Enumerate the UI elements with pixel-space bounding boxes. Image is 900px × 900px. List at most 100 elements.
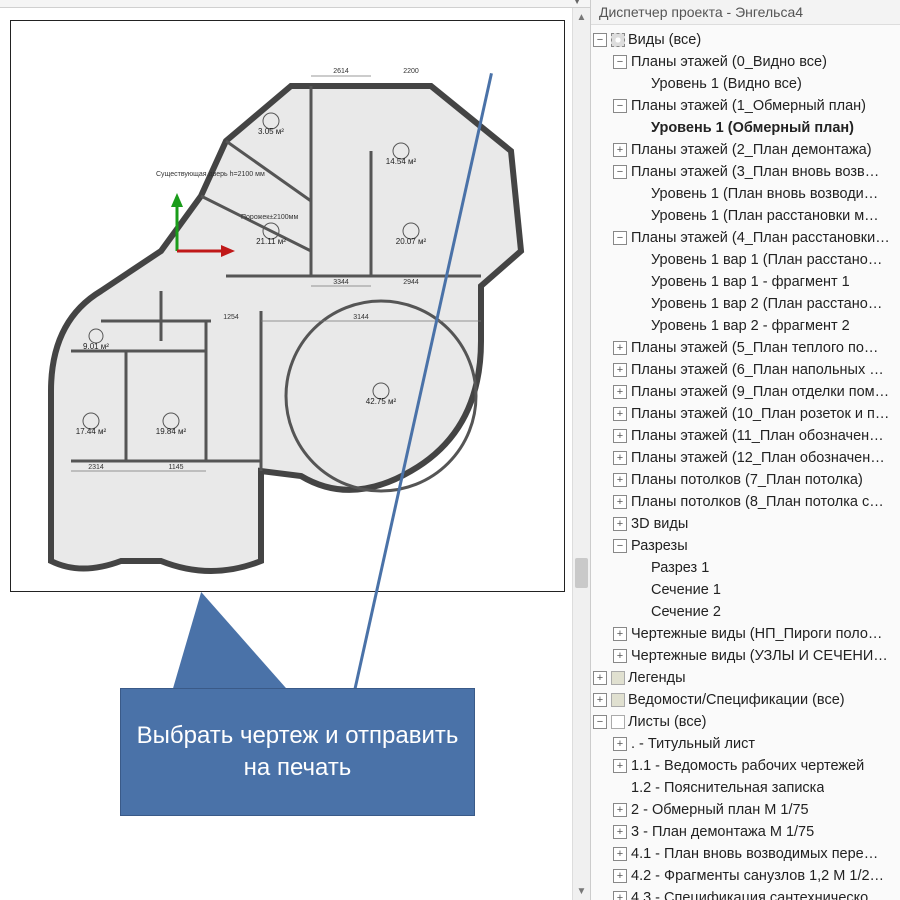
tree-item-label[interactable]: Планы этажей (9_План отделки пом… [631,381,889,403]
expand-icon[interactable]: + [613,737,627,751]
tree-sheet-item[interactable]: +2 - Обмерный план М 1/75 [593,799,900,821]
tree-item-selected[interactable]: Уровень 1 (Обмерный план) [593,117,900,139]
tree-sheet-item[interactable]: +4.1 - План вновь возводимых пере… [593,843,900,865]
expand-icon[interactable]: + [613,803,627,817]
expand-icon[interactable]: + [613,495,627,509]
expand-icon[interactable]: + [613,891,627,900]
tree-category[interactable]: + Планы этажей (10_План розеток и п… [593,403,900,425]
tree-item[interactable]: Уровень 1 вар 1 - фрагмент 1 [593,271,900,293]
tree-item[interactable]: Уровень 1 вар 1 (План расстано… [593,249,900,271]
expand-icon[interactable]: + [613,451,627,465]
expand-icon[interactable]: + [613,825,627,839]
tree-item-label[interactable]: 1.1 - Ведомость рабочих чертежей [631,755,864,777]
tree-item[interactable]: Уровень 1 вар 2 (План расстано… [593,293,900,315]
expand-icon[interactable]: + [613,847,627,861]
scroll-down-icon[interactable]: ▼ [573,882,590,900]
collapse-icon[interactable]: − [613,99,627,113]
expand-icon[interactable]: + [613,429,627,443]
expand-icon[interactable]: + [613,649,627,663]
tree-category[interactable]: + Планы потолков (8_План потолка с… [593,491,900,513]
scroll-up-icon[interactable]: ▲ [573,8,590,26]
expand-icon[interactable]: + [613,407,627,421]
tree-item-label[interactable]: Уровень 1 вар 1 - фрагмент 1 [651,271,850,293]
expand-icon[interactable]: + [613,363,627,377]
tree-item-label[interactable]: Разрез 1 [651,557,709,579]
expand-icon[interactable]: + [613,627,627,641]
tree-category[interactable]: + Чертежные виды (НП_Пироги поло… [593,623,900,645]
tree-item-label[interactable]: Листы (все) [628,711,706,733]
tree-item-label[interactable]: Ведомости/Спецификации (все) [628,689,845,711]
options-dropdown-icon[interactable]: ▼ [572,0,582,7]
tree-item-label[interactable]: . - Титульный лист [631,733,755,755]
tree-item-label[interactable]: Сечение 1 [651,579,721,601]
tree-item[interactable]: Сечение 1 [593,579,900,601]
tree-item-label[interactable]: 4.2 - Фрагменты санузлов 1,2 М 1/2… [631,865,884,887]
tree-category[interactable]: +Планы этажей (2_План демонтажа) [593,139,900,161]
tree-item-label[interactable]: Уровень 1 (Обмерный план) [651,117,854,139]
tree-item-label[interactable]: Планы этажей (4_План расстановки… [631,227,890,249]
tree-root-views[interactable]: − Виды (все) [593,29,900,51]
tree-item-label[interactable]: Сечение 2 [651,601,721,623]
tree-item-label[interactable]: 2 - Обмерный план М 1/75 [631,799,809,821]
tree-item-label[interactable]: Виды (все) [628,29,701,51]
expand-icon[interactable]: + [613,473,627,487]
tree-category[interactable]: −Планы этажей (3_План вновь возв… [593,161,900,183]
tree-category[interactable]: + Планы этажей (6_План напольных … [593,359,900,381]
tree-item-label[interactable]: Планы этажей (11_План обозначен… [631,425,884,447]
tree-item[interactable]: Уровень 1 (План расстановки м… [593,205,900,227]
tree-sheets[interactable]: − Листы (все) [593,711,900,733]
tree-sheet-item[interactable]: 1.2 - Пояснительная записка [593,777,900,799]
tree-item-label[interactable]: Чертежные виды (НП_Пироги поло… [631,623,882,645]
tree-sheet-item[interactable]: +4.3 - Спецификация сантехническо… [593,887,900,900]
tree-category[interactable]: +Планы этажей (12_План обозначен… [593,447,900,469]
tree-item-label[interactable]: Планы этажей (2_План демонтажа) [631,139,872,161]
tree-category[interactable]: +Планы потолков (7_План потолка) [593,469,900,491]
tree-schedules[interactable]: + Ведомости/Спецификации (все) [593,689,900,711]
tree-category[interactable]: −Планы этажей (1_Обмерный план) [593,95,900,117]
tree-item[interactable]: Уровень 1 (Видно все) [593,73,900,95]
collapse-icon[interactable]: − [613,539,627,553]
tree-category[interactable]: +Планы этажей (9_План отделки пом… [593,381,900,403]
tree-item-label[interactable]: Планы этажей (10_План розеток и п… [631,403,889,425]
tree-item-label[interactable]: Легенды [628,667,686,689]
collapse-icon[interactable]: − [613,231,627,245]
tree-item-label[interactable]: 4.3 - Спецификация сантехническо… [631,887,883,900]
tree-item-label[interactable]: Планы этажей (6_План напольных … [631,359,884,381]
collapse-icon[interactable]: − [613,55,627,69]
scroll-thumb[interactable] [575,558,588,588]
view-canvas[interactable]: ▼ [0,0,590,900]
tree-category[interactable]: +3D виды [593,513,900,535]
tree-sheet-item[interactable]: + . - Титульный лист [593,733,900,755]
tree-item-label[interactable]: Уровень 1 (Видно все) [651,73,802,95]
project-tree[interactable]: −Виды (все)−Планы этажей (0_Видно все)Ур… [591,25,900,900]
tree-item-label[interactable]: Уровень 1 (План вновь возводи… [651,183,878,205]
tree-item[interactable]: Уровень 1 вар 2 - фрагмент 2 [593,315,900,337]
tree-item-label[interactable]: 3D виды [631,513,688,535]
expand-icon[interactable]: + [613,759,627,773]
tree-category[interactable]: −Планы этажей (4_План расстановки… [593,227,900,249]
tree-category[interactable]: + Планы этажей (5_План теплого по… [593,337,900,359]
tree-item-label[interactable]: Планы этажей (1_Обмерный план) [631,95,866,117]
tree-item-label[interactable]: Разрезы [631,535,688,557]
expand-icon[interactable]: + [613,341,627,355]
tree-legends[interactable]: + Легенды [593,667,900,689]
tree-item[interactable]: Разрез 1 [593,557,900,579]
expand-icon[interactable]: + [593,693,607,707]
expand-icon[interactable]: + [593,671,607,685]
tree-item-label[interactable]: 1.2 - Пояснительная записка [631,777,824,799]
tree-item-label[interactable]: Чертежные виды (УЗЛЫ И СЕЧЕНИ… [631,645,888,667]
tree-item-label[interactable]: Планы этажей (5_План теплого по… [631,337,878,359]
project-browser-panel[interactable]: Диспетчер проекта - Энгельса4 −Виды (все… [590,0,900,900]
tree-item-label[interactable]: Уровень 1 вар 1 (План расстано… [651,249,882,271]
tree-category[interactable]: −Планы этажей (0_Видно все) [593,51,900,73]
tree-item[interactable]: Уровень 1 (План вновь возводи… [593,183,900,205]
collapse-icon[interactable]: − [593,33,607,47]
tree-item-label[interactable]: Планы этажей (3_План вновь возв… [631,161,879,183]
tree-item-label[interactable]: 4.1 - План вновь возводимых пере… [631,843,878,865]
collapse-icon[interactable]: − [593,715,607,729]
canvas-scrollbar[interactable]: ▲ ▼ [572,8,590,900]
tree-item-label[interactable]: Планы потолков (8_План потолка с… [631,491,884,513]
tree-item[interactable]: Сечение 2 [593,601,900,623]
tree-sheet-item[interactable]: +1.1 - Ведомость рабочих чертежей [593,755,900,777]
tree-item-label[interactable]: Уровень 1 (План расстановки м… [651,205,879,227]
